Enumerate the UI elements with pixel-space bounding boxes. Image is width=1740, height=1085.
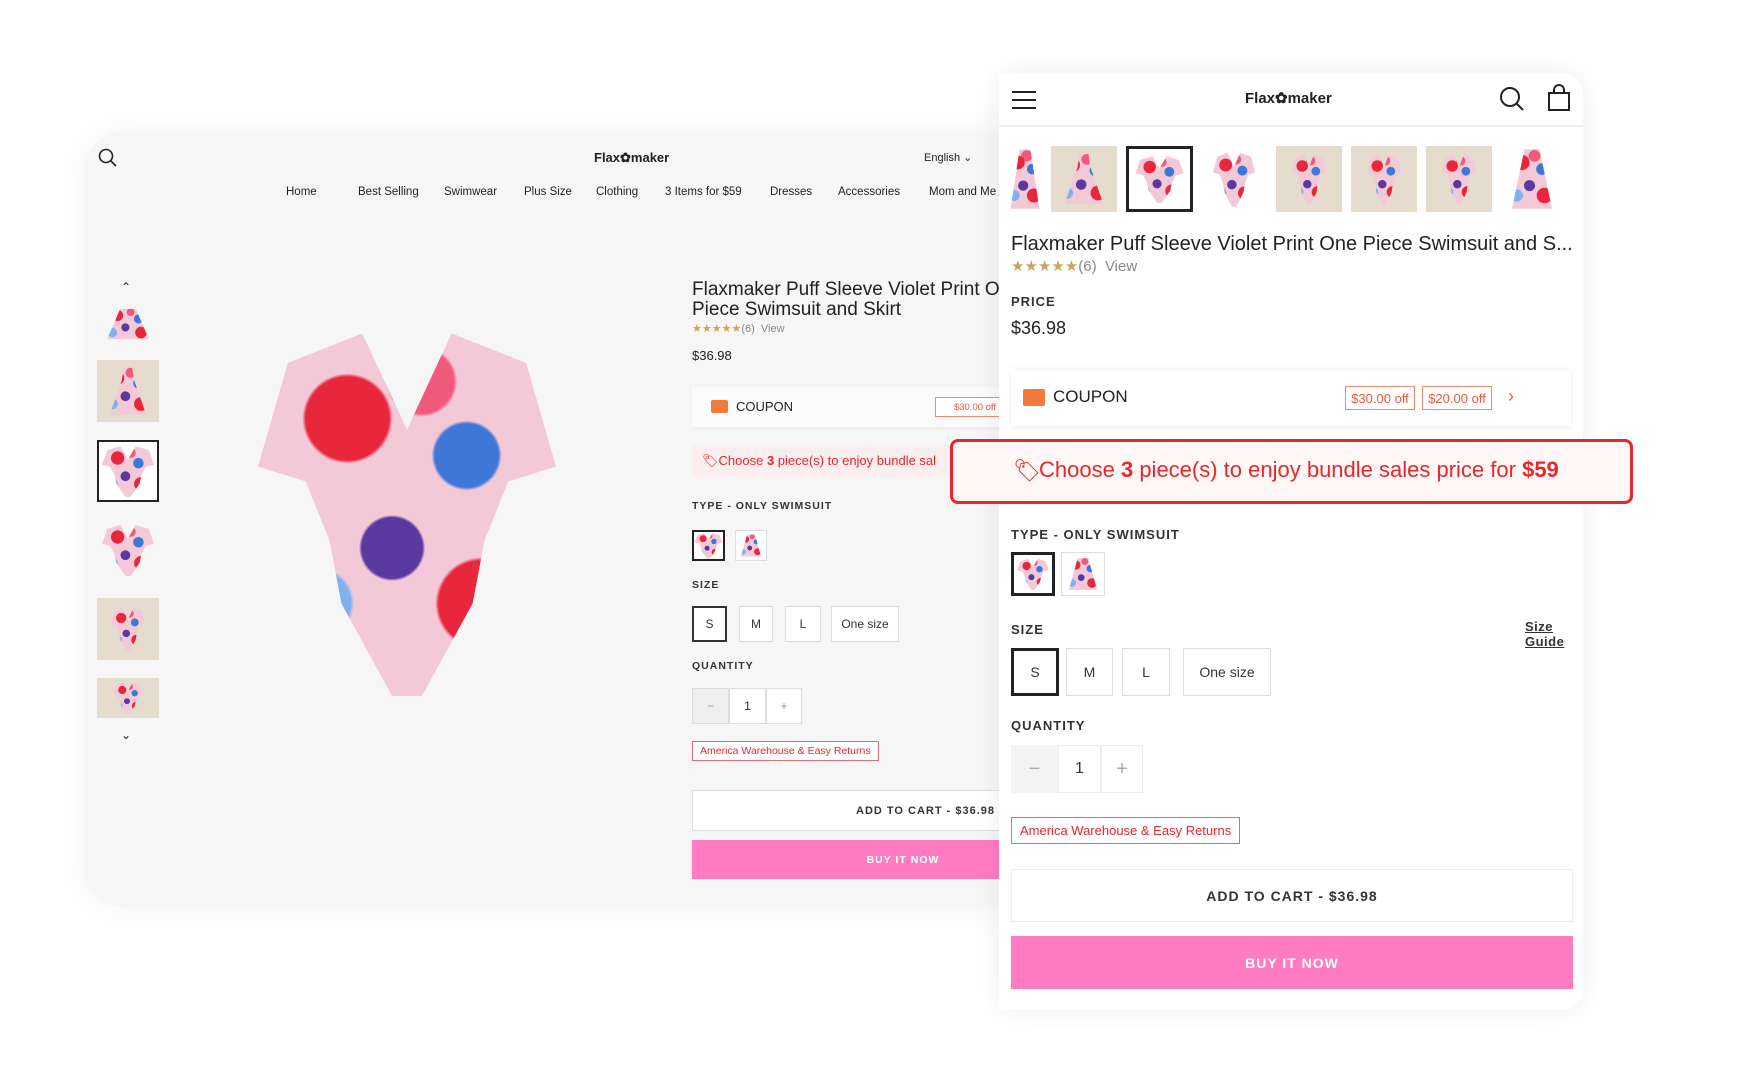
size-l[interactable]: L xyxy=(1122,648,1170,696)
size-label: SIZE xyxy=(1011,622,1044,637)
product-title: Flaxmaker Puff Sleeve Violet Print One P… xyxy=(1011,233,1573,255)
thumbnail-selected[interactable] xyxy=(97,440,159,502)
thumbnail[interactable] xyxy=(1276,146,1342,212)
thumbnail[interactable] xyxy=(97,678,159,718)
thumbnail[interactable] xyxy=(97,304,159,344)
size-s[interactable]: S xyxy=(692,606,727,642)
nav-clothing[interactable]: Clothing xyxy=(596,186,665,198)
tag-icon: 🏷 xyxy=(1013,458,1041,483)
quantity-decrease[interactable]: − xyxy=(1011,745,1058,793)
nav-dresses[interactable]: Dresses xyxy=(770,186,838,198)
thumbnail[interactable] xyxy=(1507,146,1557,212)
bundle-banner-highlight: 🏷 Choose 3 piece(s) to enjoy bundle sales… xyxy=(950,439,1633,504)
nav-3-items[interactable]: 3 Items for $59 xyxy=(665,186,770,198)
size-guide-link[interactable]: Size Guide xyxy=(1525,619,1583,649)
chevron-up-icon[interactable]: ⌃ xyxy=(121,280,131,294)
nav-plus-size[interactable]: Plus Size xyxy=(524,186,596,198)
hamburger-menu-icon[interactable] xyxy=(1011,90,1037,110)
nav-best-selling[interactable]: Best Selling xyxy=(358,186,444,198)
coupon-row[interactable]: COUPON $30.00 off xyxy=(692,387,1024,427)
header-divider xyxy=(999,125,1583,127)
chevron-right-icon[interactable]: › xyxy=(1508,386,1514,407)
coupon-row[interactable]: COUPON $30.00 off $20.00 off › xyxy=(1011,370,1571,426)
tag-icon: 🏷 xyxy=(702,453,719,468)
chevron-down-icon[interactable]: ⌄ xyxy=(121,728,131,742)
view-reviews-link[interactable]: View xyxy=(1105,258,1137,275)
type-swatch-skirt[interactable] xyxy=(735,530,767,561)
buy-it-now-button[interactable]: BUY IT NOW xyxy=(692,840,1024,879)
size-l[interactable]: L xyxy=(785,606,821,642)
language-label: English xyxy=(924,152,961,164)
desktop-view: Flax✿maker English ⌄ Home Best Selling S… xyxy=(84,132,1024,907)
nav-accessories[interactable]: Accessories xyxy=(838,186,929,198)
price-label: PRICE xyxy=(1011,294,1056,309)
coupon-icon xyxy=(711,400,728,413)
type-label: TYPE - ONLY SWIMSUIT xyxy=(692,500,833,512)
main-product-image[interactable] xyxy=(258,333,556,696)
type-swatch-skirt[interactable] xyxy=(1061,552,1105,596)
main-nav: Home Best Selling Swimwear Plus Size Clo… xyxy=(286,186,996,198)
quantity-input[interactable]: 1 xyxy=(729,688,766,724)
add-to-cart-button[interactable]: ADD TO CART - $36.98 xyxy=(1011,869,1573,922)
quantity-increase[interactable]: + xyxy=(766,688,802,724)
nav-mom-and-me[interactable]: Mom and Me xyxy=(929,186,996,198)
thumbnail[interactable] xyxy=(97,519,159,581)
coupon-label: COUPON xyxy=(736,399,794,414)
coupon-icon xyxy=(1023,389,1045,406)
price: $36.98 xyxy=(1011,318,1067,338)
logo[interactable]: Flax✿maker xyxy=(594,150,669,166)
thumbnail-selected[interactable] xyxy=(1126,146,1193,212)
add-to-cart-button[interactable]: ADD TO CART - $36.98 xyxy=(692,790,1024,831)
thumbnail[interactable] xyxy=(97,360,159,422)
size-one-size[interactable]: One size xyxy=(1183,648,1271,696)
size-one-size[interactable]: One size xyxy=(831,606,899,642)
quantity-label: QUANTITY xyxy=(692,660,754,672)
thumbnail[interactable] xyxy=(1426,146,1492,212)
logo[interactable]: Flax✿maker xyxy=(1245,89,1332,107)
type-label: TYPE - ONLY SWIMSUIT xyxy=(1011,527,1180,542)
size-label: SIZE xyxy=(692,579,720,591)
thumbnail[interactable] xyxy=(1051,146,1117,212)
star-rating-icon: ★★★★★ xyxy=(692,323,742,335)
rating: ★★★★★(6) View xyxy=(1011,258,1138,275)
shopping-bag-icon[interactable] xyxy=(1547,84,1571,112)
language-select[interactable]: English ⌄ xyxy=(924,151,972,164)
quantity-increase[interactable]: + xyxy=(1101,745,1143,793)
type-swatch-swimsuit[interactable] xyxy=(1011,552,1055,596)
view-reviews-link[interactable]: View xyxy=(761,323,785,335)
search-icon[interactable] xyxy=(98,148,118,168)
quantity-label: QUANTITY xyxy=(1011,718,1086,733)
rating: ★★★★★(6) View xyxy=(692,323,785,335)
price: $36.98 xyxy=(692,348,732,363)
size-s[interactable]: S xyxy=(1011,648,1059,696)
buy-it-now-button[interactable]: BUY IT NOW xyxy=(1011,936,1573,989)
quantity-decrease[interactable]: − xyxy=(692,688,729,724)
coupon-tag[interactable]: $30.00 off xyxy=(1345,386,1415,410)
thumbnail[interactable] xyxy=(1201,146,1267,212)
mobile-view: Flax✿maker Flaxmaker Puff Sleeve Violet … xyxy=(999,73,1583,1010)
coupon-tag[interactable]: $20.00 off xyxy=(1422,386,1492,410)
thumbnail[interactable] xyxy=(97,598,159,660)
thumbnail[interactable] xyxy=(1351,146,1417,212)
size-m[interactable]: M xyxy=(1066,648,1113,696)
star-rating-icon: ★★★★★ xyxy=(1011,258,1079,275)
product-title: Flaxmaker Puff Sleeve Violet Print One P… xyxy=(692,280,1021,320)
thumbnail[interactable] xyxy=(1007,146,1043,212)
quantity-input[interactable]: 1 xyxy=(1058,745,1101,793)
type-swatch-swimsuit[interactable] xyxy=(692,530,725,561)
size-m[interactable]: M xyxy=(739,606,773,642)
coupon-label: COUPON xyxy=(1053,387,1128,406)
warehouse-badge: America Warehouse & Easy Returns xyxy=(1011,817,1241,844)
search-icon[interactable] xyxy=(1499,86,1525,112)
nav-home[interactable]: Home xyxy=(286,186,358,198)
chevron-down-icon: ⌄ xyxy=(963,152,973,164)
nav-swimwear[interactable]: Swimwear xyxy=(444,186,524,198)
warehouse-badge: America Warehouse & Easy Returns xyxy=(692,741,879,761)
